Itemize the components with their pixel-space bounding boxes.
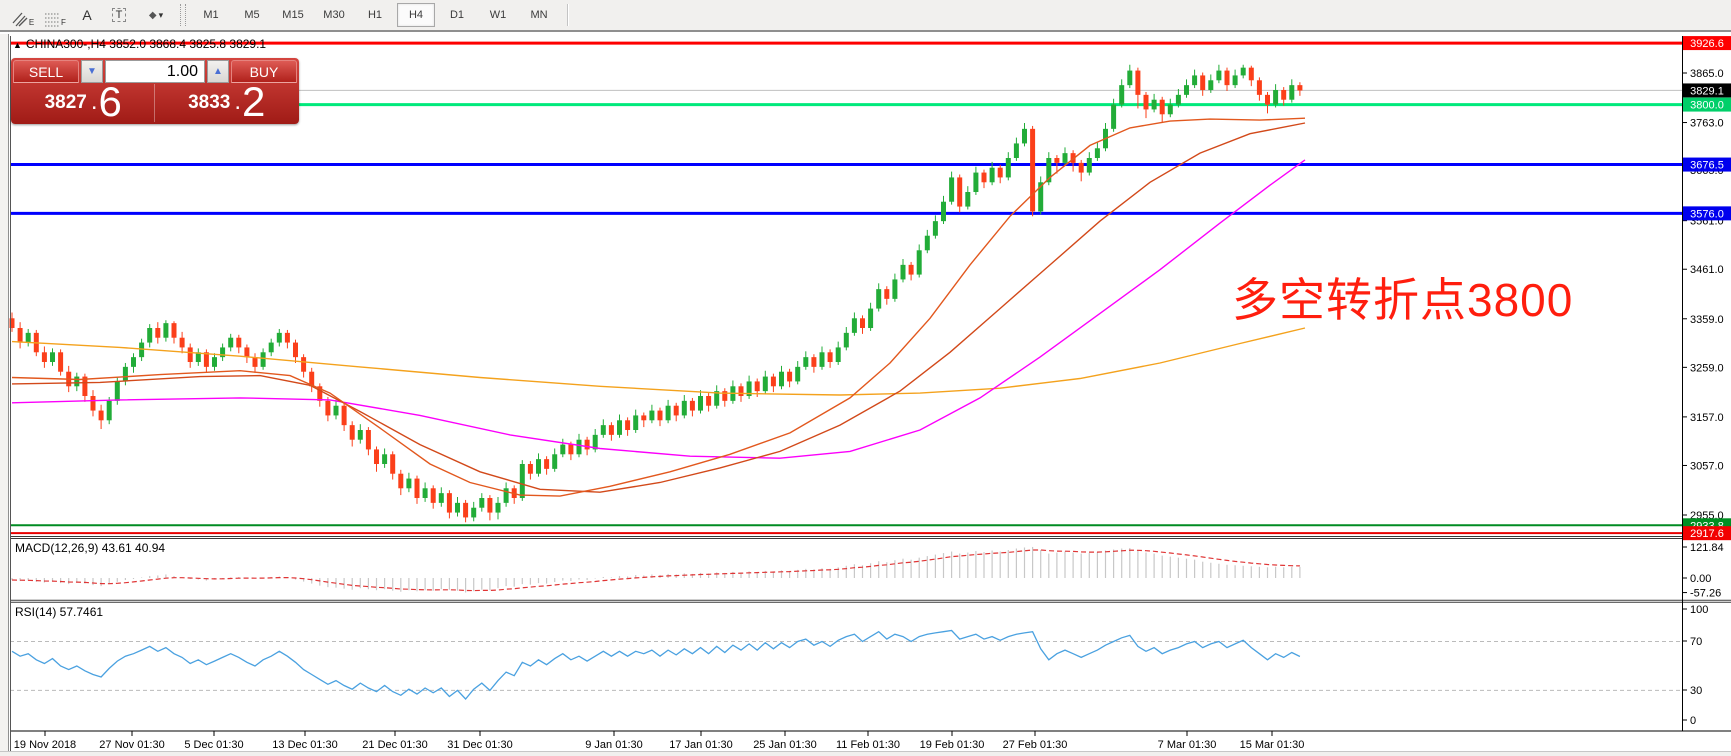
- price-axis[interactable]: [1682, 36, 1731, 731]
- toolbar-separator: [567, 4, 569, 26]
- time-axis[interactable]: [10, 731, 1682, 753]
- bid-price[interactable]: 3827.6: [13, 84, 155, 122]
- timeframe-bar: M1M5M15M30H1H4D1W1MN: [192, 3, 561, 27]
- ma-line-orange_fast: [12, 118, 1305, 496]
- chevron-down-icon: ▾: [159, 10, 164, 21]
- text-tool-icon[interactable]: A: [72, 3, 102, 27]
- ask-price[interactable]: 3833.2: [157, 84, 298, 122]
- timeframe-button-d1[interactable]: D1: [438, 3, 476, 27]
- rsi-line: [12, 631, 1300, 700]
- toolbar-drag-handle[interactable]: [180, 4, 186, 26]
- text-label-icon[interactable]: T: [104, 3, 134, 27]
- fibonacci-icon[interactable]: F: [40, 3, 70, 27]
- volume-increase-button[interactable]: ▲: [207, 60, 229, 83]
- one-click-trade-panel: SELL ▼ 1.00 ▲ BUY 3827.6 3833.2: [11, 58, 299, 124]
- macd-signal-line: [12, 550, 1300, 591]
- ma-line-orange_slow: [12, 123, 1305, 492]
- symbol-marker-icon: ▲: [13, 40, 22, 50]
- tool-sub-letter: F: [61, 19, 66, 27]
- chart-symbol-header: ▲ CHINA300-,H4 3852.0 3868.4 3825.8 3829.…: [13, 37, 266, 51]
- macd-layer: [12, 547, 1300, 593]
- timeframe-button-h1[interactable]: H1: [356, 3, 394, 27]
- timeframe-button-m30[interactable]: M30: [315, 3, 353, 27]
- arrows-tool-icon[interactable]: ◆ ▾: [136, 3, 176, 27]
- timeframe-button-m1[interactable]: M1: [192, 3, 230, 27]
- triangle-down-icon: ▼: [87, 66, 97, 77]
- chart-annotation-text: 多空转折点3800: [1232, 264, 1573, 330]
- left-dock-strip: [0, 34, 9, 756]
- timeframe-button-mn[interactable]: MN: [520, 3, 558, 27]
- timeframe-button-m15[interactable]: M15: [274, 3, 312, 27]
- equidistant-channel-icon[interactable]: E: [8, 3, 38, 27]
- trading-terminal-window: { "toolbar": { "tools": [ {"name": "equi…: [0, 0, 1731, 756]
- sell-button[interactable]: SELL: [13, 60, 79, 83]
- symbol-ohlc-text: CHINA300-,H4 3852.0 3868.4 3825.8 3829.1: [26, 37, 266, 51]
- timeframe-button-h4[interactable]: H4: [397, 3, 435, 27]
- triangle-up-icon: ▲: [213, 66, 223, 77]
- toolbar: E F A T ◆ ▾ M1M5M15M30H1H4D1W1MN: [0, 0, 1731, 32]
- rsi-label: RSI(14) 57.7461: [15, 605, 103, 619]
- timeframe-button-m5[interactable]: M5: [233, 3, 271, 27]
- timeframe-button-w1[interactable]: W1: [479, 3, 517, 27]
- window-bottom-edge: [0, 751, 1731, 756]
- macd-label: MACD(12,26,9) 43.61 40.94: [15, 541, 165, 555]
- tool-sub-letter: E: [29, 19, 34, 27]
